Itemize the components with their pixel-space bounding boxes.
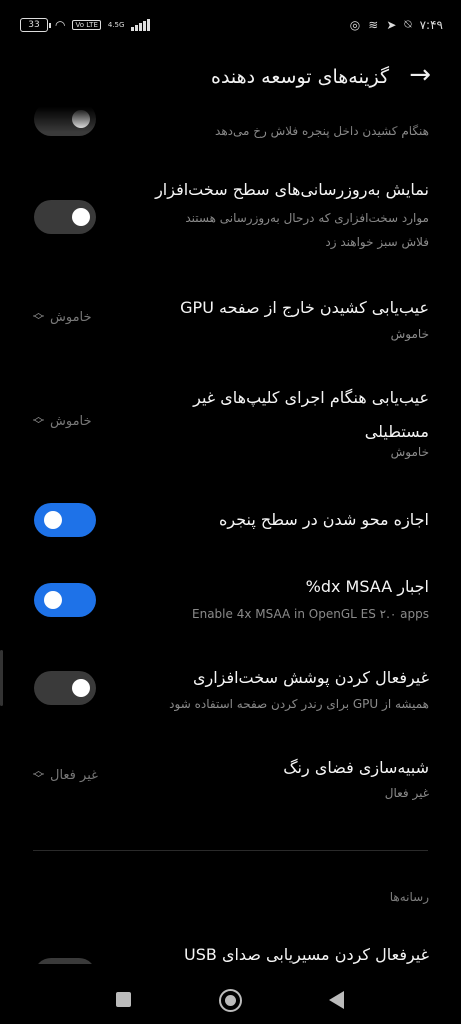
row-subtitle: خاموش [390,327,429,341]
row-subtitle: خاموش [390,445,429,459]
setting-row-disable-hw-overlays[interactable]: غیرفعال کردن پوشش سخت‌افزاری همیشه از GP… [0,663,461,719]
row-title: عیب‌یابی کشیدن خارج از صفحه GPU [180,298,429,317]
signal-icon [131,19,150,31]
whatsapp-icon: ◎ [349,17,361,32]
toggle-switch[interactable] [34,200,96,234]
row-subtitle: همیشه از GPU برای رندر کردن صفحه استفاده… [169,697,429,711]
edge-handle[interactable] [0,650,3,706]
toggle-switch[interactable] [34,503,96,537]
setting-row-window-blur[interactable]: اجازه محو شدن در سطح پنجره [0,503,461,537]
chevron-updown-icon: ︿ ﹀ [33,410,44,431]
net-type: 4.5G [107,20,125,29]
row-subtitle-line2: فلاش سبز خواهند زد [325,235,429,249]
row-title: شبیه‌سازی فضای رنگ [283,758,429,777]
toggle-switch[interactable] [34,671,96,705]
telegram-icon: ➤ [386,17,397,32]
page-title: گزینه‌های توسعه دهنده [210,66,389,88]
select-dropdown[interactable]: ︿ ﹀ خاموش [33,410,92,431]
toggle-knob [44,511,62,529]
toggle-switch[interactable] [34,583,96,617]
row-title: غیرفعال کردن پوشش سخت‌افزاری [192,668,429,687]
system-nav-bar [0,964,461,1024]
alarm-off-icon: ⍉ [404,17,412,31]
home-icon[interactable] [219,989,242,1012]
select-dropdown[interactable]: ︿ ﹀ غیر فعال [33,764,98,785]
status-bar: 33 ◠ Vo LTE 4.5G ◎ ≋ ➤ ⍉ ۷:۴۹ [0,0,461,52]
row-subtitle-line1: موارد سخت‌افزاری که درحال به‌روزرسانی هس… [185,211,429,225]
setting-row-gpu-overdraw[interactable]: عیب‌یابی کشیدن خارج از صفحه GPU خاموش ︿ ﹀… [0,293,461,353]
chevron-updown-icon: ︿ ﹀ [33,306,44,327]
app-header: → گزینه‌های توسعه دهنده [0,58,461,98]
row-subtitle: Enable 4x MSAA in OpenGL ES ۲.۰ apps [192,607,429,621]
row-title: اجبار dx MSAA% [305,577,429,596]
battery-icon: 33 [20,18,51,32]
volte-badge: Vo LTE [72,20,101,30]
wifi-icon: ◠ [55,18,66,32]
row-title-line1: عیب‌یابی هنگام اجرای کلیپ‌های غیر [193,388,429,407]
scroll-fade [0,96,461,132]
select-value: غیر فعال [50,767,98,783]
battery-level: 33 [28,20,40,30]
select-value: خاموش [50,413,92,429]
chevron-updown-icon: ︿ ﹀ [33,764,44,785]
row-title: نمایش به‌روزرسانی‌های سطح سخت‌افزار [155,180,429,199]
status-left: 33 ◠ Vo LTE 4.5G [20,18,150,32]
toggle-knob [44,591,62,609]
section-header-media: رسانه‌ها [389,890,429,904]
toggle-knob [72,679,90,697]
clock-time: ۷:۴۹ [419,17,443,32]
recents-icon[interactable] [116,992,131,1007]
back-arrow-icon[interactable]: → [409,62,431,88]
row-subtitle: غیر فعال [384,786,429,800]
select-dropdown[interactable]: ︿ ﹀ خاموش [33,306,92,327]
setting-row-non-rect-clip[interactable]: عیب‌یابی هنگام اجرای کلیپ‌های غیر مستطیل… [0,383,461,463]
section-divider [33,850,428,851]
row-title: اجازه محو شدن در سطح پنجره [219,510,429,529]
layers-icon: ≋ [368,17,379,32]
status-right: ◎ ≋ ➤ ⍉ ۷:۴۹ [350,17,443,32]
setting-row-simulate-color-space[interactable]: شبیه‌سازی فضای رنگ غیر فعال ︿ ﹀ غیر فعال [0,753,461,809]
select-value: خاموش [50,309,92,325]
toggle-knob [72,208,90,226]
back-triangle-icon[interactable] [329,991,344,1009]
setting-row-force-msaa[interactable]: اجبار dx MSAA% Enable 4x MSAA in OpenGL … [0,572,461,628]
setting-row-hw-layer-updates[interactable]: نمایش به‌روزرسانی‌های سطح سخت‌افزار موار… [0,175,461,265]
